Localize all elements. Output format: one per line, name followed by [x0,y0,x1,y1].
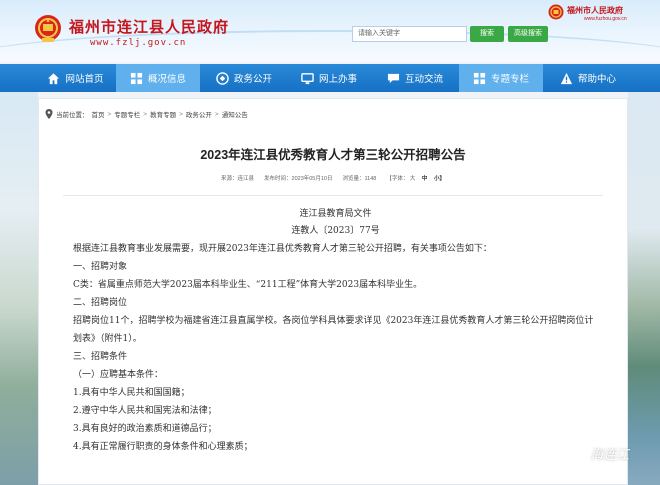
watermark: 海连江 [560,444,629,463]
site-header: 福州市连江县人民政府 www.fzlj.gov.cn 请输入关键字 搜索 高级搜… [0,0,660,62]
online-service-icon [301,72,314,84]
section-heading: 二、招聘岗位 [73,298,128,308]
list-item: 2.遵守中华人民共和国宪法和法律； [73,406,217,416]
list-item: 3.具有良好的政治素质和道德品行； [73,424,217,434]
nav-label: 专题专栏 [490,74,529,85]
nav-label: 网上办事 [318,74,357,85]
subsection-heading: （一）应聘基本条件： [73,370,164,380]
nav-label: 互动交流 [404,74,443,85]
breadcrumb-home[interactable]: 首页 [92,109,105,119]
location-pin-icon [45,109,53,119]
wechat-icon [560,444,586,462]
article-source: 来源：连江县 [221,176,255,182]
article-body: 连江县教育局文件 连教人〔2023〕77号 根据连江县教育事业发展需要，现开展2… [73,206,598,456]
breadcrumb: 当前位置： 首页 > 专题专栏 > 教育专题 > 政务公开 > 通知公告 [39,99,627,129]
breadcrumb-separator: > [107,110,112,118]
paragraph: 招聘岗位11个，招聘学校为福建省连江县直属学校。各岗位学科具体要求详见《2023… [73,316,594,344]
national-emblem-icon [35,15,61,42]
site-url: www.fzlj.gov.cn [90,38,187,48]
doc-issuer: 连江县教育局文件 [299,209,372,219]
breadcrumb-topics[interactable]: 专题专栏 [114,109,140,119]
overview-icon [130,72,143,84]
nav-home[interactable]: 网站首页 [38,64,113,92]
list-item: 1.具有中华人民共和国国籍； [73,388,190,398]
main-nav: 网站首页 概况信息 政务公开 网上办事 互动交流 专题专栏 帮助中心 [0,64,660,92]
list-item: 4.具有正常履行职责的身体条件和心理素质； [73,442,253,452]
nav-interaction[interactable]: 互动交流 [373,64,457,92]
breadcrumb-separator: > [214,110,219,118]
topics-icon [473,72,486,84]
watermark-text: 海连江 [590,447,630,462]
gov-affairs-icon [216,71,229,85]
nav-label: 政务公开 [233,74,272,85]
home-icon [48,72,60,84]
nav-label: 帮助中心 [577,74,616,85]
nav-online-service[interactable]: 网上办事 [288,64,370,92]
font-size-large[interactable]: 大 [410,176,416,182]
left-landscape-decoration [0,92,38,485]
nav-topics[interactable]: 专题专栏 [459,64,543,92]
breadcrumb-notices[interactable]: 通知公告 [222,109,248,119]
doc-number: 连教人〔2023〕77号 [291,226,380,236]
font-size-small[interactable]: 小】 [434,176,445,182]
article-date: 发布时间：2023年05月10日 [264,176,333,182]
font-size-medium[interactable]: 中 [422,176,428,182]
article-views: 浏览量：1148 [342,176,377,182]
divider [63,195,603,196]
city-site-link[interactable]: 福州市人民政府 [567,5,623,16]
nav-label: 网站首页 [65,74,104,85]
breadcrumb-gov-affairs[interactable]: 政务公开 [186,109,212,119]
breadcrumb-education[interactable]: 教育专题 [150,109,176,119]
nav-gov-affairs[interactable]: 政务公开 [202,64,286,92]
paragraph: 根据连江县教育事业发展需要，现开展2023年连江县优秀教育人才第三轮公开招聘，有… [73,244,492,254]
paragraph: C类：省属重点师范大学2023届本科毕业生、“211工程”体育大学2023届本科… [73,280,423,290]
section-heading: 三、招聘条件 [73,352,128,362]
nav-label: 概况信息 [147,74,186,85]
font-size-switcher: 【字体： 大 中 小】 [386,174,445,182]
interaction-icon [387,73,400,83]
article-title: 2023年连江县优秀教育人才第三轮公开招聘公告 [200,148,466,162]
search-input[interactable]: 请输入关键字 [352,26,467,42]
site-name[interactable]: 福州市连江县人民政府 [69,16,229,37]
nav-help[interactable]: 帮助中心 [546,64,630,92]
breadcrumb-separator: > [179,110,183,118]
city-site-url: www.fuzhou.gov.cn [584,16,627,22]
section-heading: 一、招聘对象 [73,262,128,272]
advanced-search-button[interactable]: 高级搜索 [508,26,548,42]
search-button[interactable]: 搜索 [470,26,504,42]
font-size-label: 【字体： [386,176,409,182]
nav-overview[interactable]: 概况信息 [116,64,200,92]
right-landscape-decoration [628,92,660,485]
article-panel: 当前位置： 首页 > 专题专栏 > 教育专题 > 政务公开 > 通知公告 202… [38,98,628,485]
breadcrumb-prefix: 当前位置： [56,112,89,119]
city-emblem-icon[interactable] [548,4,564,20]
help-icon [560,72,573,84]
breadcrumb-separator: > [143,110,148,118]
article-meta: 来源：连江县 发布时间：2023年05月10日 浏览量：1148 【字体： 大 … [39,174,627,182]
